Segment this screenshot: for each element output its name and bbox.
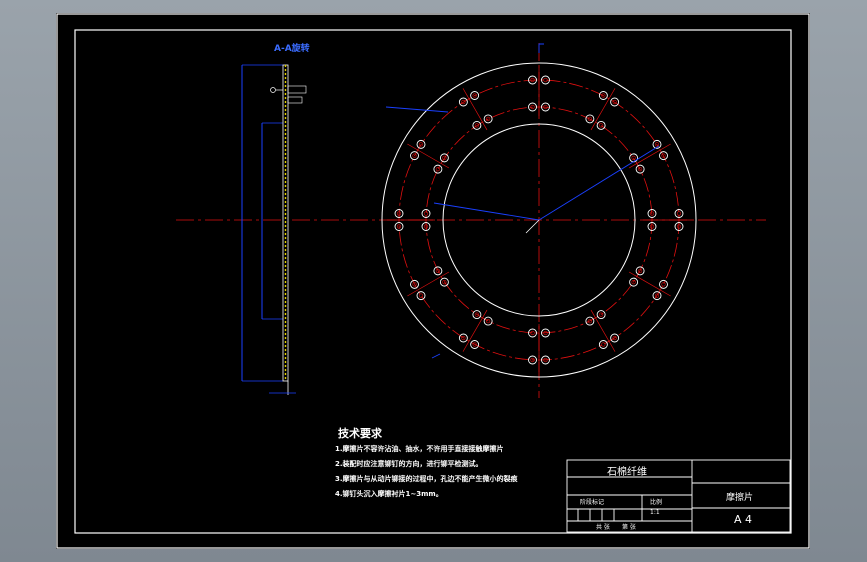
tech-requirement-1: 1.摩擦片不容许沾油、抽水，不许用手直接接触摩擦片 xyxy=(335,445,504,453)
radial-centerline xyxy=(462,309,488,352)
sheet-size: A 4 xyxy=(734,513,753,526)
radial-centerline xyxy=(407,271,450,297)
radial-centerline xyxy=(590,88,616,131)
tolerance-frame-2 xyxy=(287,96,303,104)
radial-centerline xyxy=(590,309,616,352)
part-name: 摩擦片 xyxy=(726,493,754,503)
radial-centerline xyxy=(628,143,671,169)
rivet-hole-center xyxy=(631,155,636,160)
section-mark-bottom xyxy=(431,353,441,359)
scale-value: 1:1 xyxy=(650,509,660,516)
rivet-hole xyxy=(629,153,639,163)
rivet-hole xyxy=(416,291,426,301)
radial-centerline xyxy=(407,143,450,169)
rivet-hole-center xyxy=(418,293,424,298)
center-mark xyxy=(525,219,540,234)
tech-requirement-3: 3.摩擦片与从动片铆接的过程中，孔边不能产生微小的裂痕 xyxy=(335,475,518,483)
rivet-hole-center xyxy=(486,319,491,324)
hole-leader xyxy=(385,106,449,113)
tech-requirements-title: 技术要求 xyxy=(338,427,382,440)
rivet-hole-center xyxy=(661,282,666,287)
rivet-hole xyxy=(433,164,443,174)
drawing-sheet: A-A旋转 技术要求 1.摩擦片不容许沾油、抽水，不许用手直接接触摩擦片 2.装… xyxy=(56,13,810,549)
inner-radius-leader xyxy=(433,202,540,221)
rivet-hole xyxy=(598,340,608,349)
datum-symbol xyxy=(270,87,276,93)
sheet-number: 第 张 xyxy=(622,524,636,531)
weight-stage-label: 阶段标记 xyxy=(580,499,605,506)
tolerance-frame-1 xyxy=(287,85,307,94)
rivet-hole xyxy=(659,279,668,289)
outer-radius-leader xyxy=(538,145,660,221)
rivet-hole-center xyxy=(435,167,440,172)
sheet-count: 共 张 xyxy=(596,524,610,531)
radial-centerline xyxy=(462,88,488,131)
scale-label: 比例 xyxy=(650,499,663,506)
tech-requirement-4: 4.铆钉头沉入摩擦衬片1~3mm。 xyxy=(335,490,443,498)
material-label: 石棉纤维 xyxy=(607,467,647,478)
tech-requirement-2: 2.装配时应注意铆钉的方向，进行铆平检测试。 xyxy=(335,460,483,468)
rivet-hole xyxy=(483,316,493,326)
section-view-label: A-A旋转 xyxy=(274,44,310,54)
section-view xyxy=(241,64,307,395)
radial-centerline xyxy=(628,271,671,297)
rivet-hole-center xyxy=(599,123,604,128)
rivet-hole-center xyxy=(601,342,606,347)
rivet-hole xyxy=(596,120,606,130)
section-mark-top xyxy=(538,43,544,53)
